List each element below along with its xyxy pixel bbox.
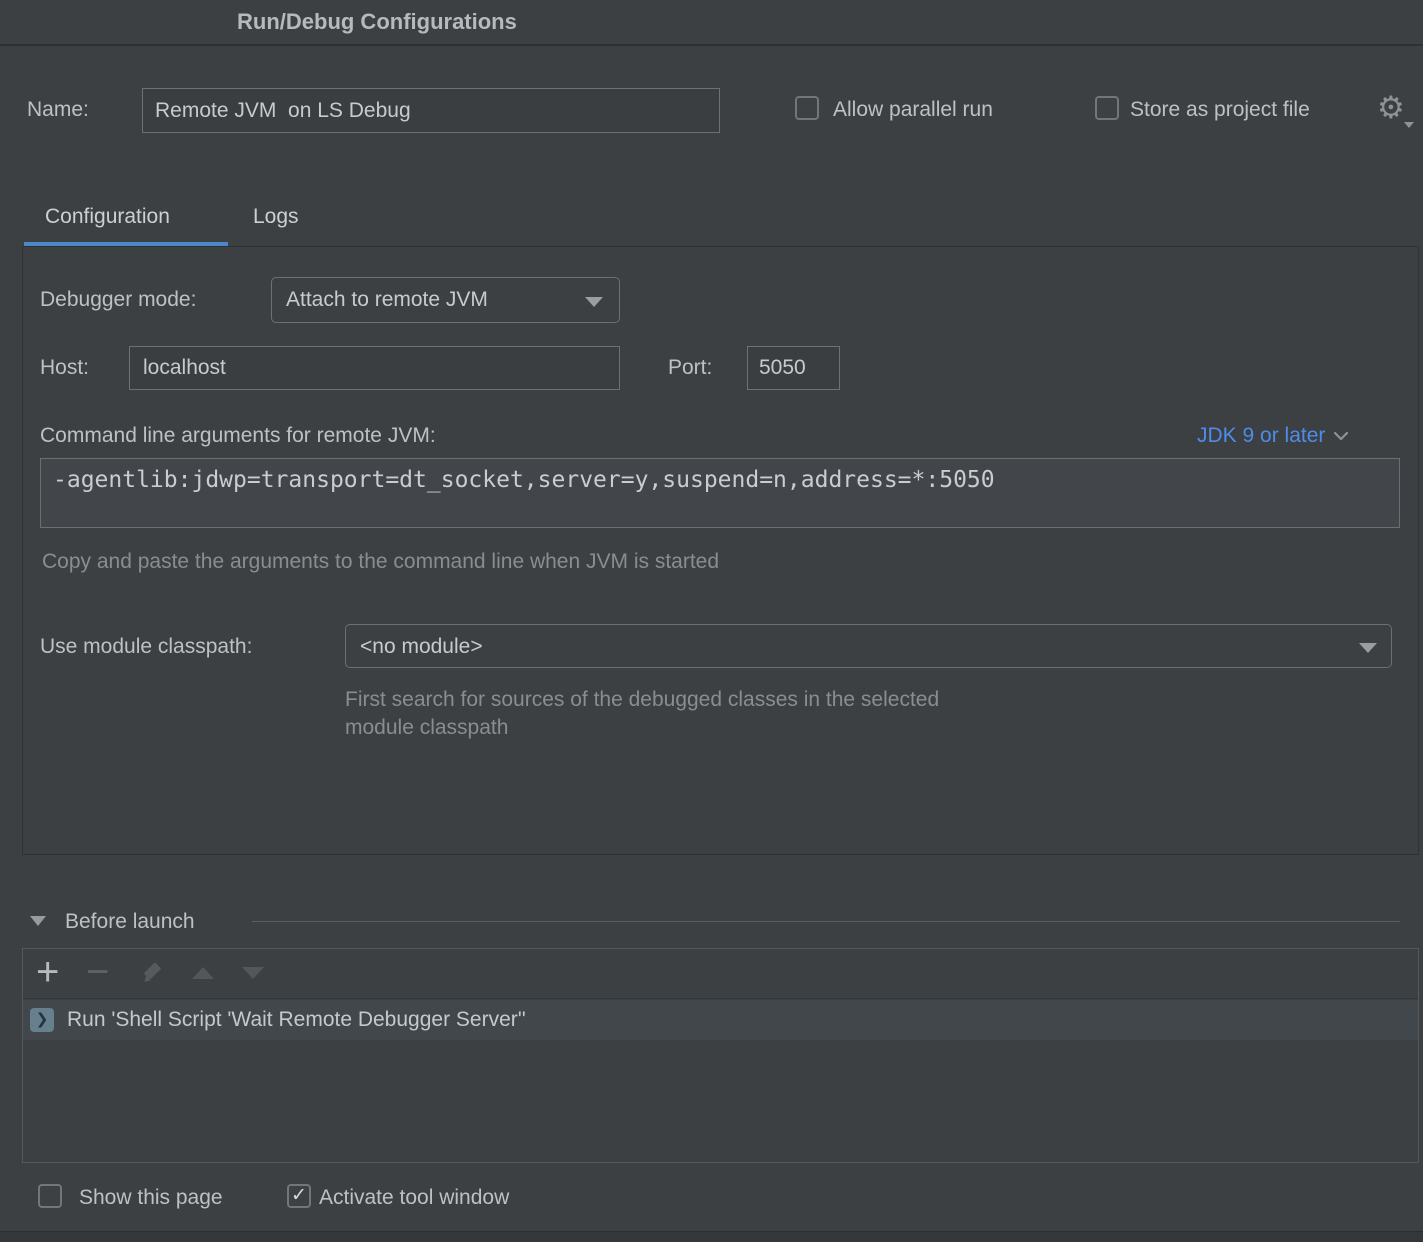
chevron-down-icon <box>585 297 603 307</box>
store-as-project-file-checkbox[interactable] <box>1095 96 1119 120</box>
allow-parallel-run-checkbox[interactable] <box>795 96 819 120</box>
before-launch-list-panel <box>22 948 1419 1163</box>
before-launch-separator <box>252 921 1400 922</box>
dialog-title: Run/Debug Configurations <box>237 0 517 44</box>
cmdline-hint-text: Copy and paste the arguments to the comm… <box>42 548 719 576</box>
move-up-button[interactable] <box>192 967 214 979</box>
remove-task-button[interactable]: − <box>86 948 109 996</box>
module-classpath-hint-line1: First search for sources of the debugged… <box>345 686 939 714</box>
move-down-button[interactable] <box>242 967 264 979</box>
debugger-mode-select[interactable]: Attach to remote JVM <box>271 277 620 323</box>
before-launch-task-row[interactable]: ❯ Run 'Shell Script 'Wait Remote Debugge… <box>23 1000 1418 1040</box>
chevron-down-icon <box>1334 431 1348 441</box>
jdk-version-selector[interactable]: JDK 9 or later <box>1197 423 1348 449</box>
port-input-value: 5050 <box>759 347 806 389</box>
before-launch-expander-icon[interactable] <box>30 916 46 926</box>
pencil-icon <box>144 962 162 982</box>
host-label: Host: <box>40 355 89 381</box>
tab-logs[interactable]: Logs <box>253 202 299 232</box>
gear-icon[interactable]: ⚙ <box>1377 92 1405 123</box>
shell-script-run-icon: ❯ <box>30 1008 54 1032</box>
name-input-value: Remote JVM on LS Debug <box>155 89 411 132</box>
run-debug-configurations-dialog: Run/Debug Configurations Name: Remote JV… <box>0 0 1423 1242</box>
module-classpath-hint-line2: module classpath <box>345 714 508 742</box>
show-this-page-checkbox[interactable] <box>38 1184 62 1208</box>
show-this-page-label: Show this page <box>79 1185 223 1211</box>
gear-dropdown-caret-icon <box>1404 122 1414 128</box>
name-label: Name: <box>27 97 89 123</box>
checkbox-checkmark-icon: ✓ <box>289 1186 309 1206</box>
add-task-button[interactable]: + <box>36 948 59 996</box>
activate-tool-window-label: Activate tool window <box>319 1185 509 1211</box>
store-as-project-file-label: Store as project file <box>1130 97 1310 123</box>
toolbar-separator <box>23 998 1418 999</box>
title-bar: Run/Debug Configurations <box>0 0 1423 46</box>
run-chevron-glyph: ❯ <box>36 1011 49 1028</box>
port-label: Port: <box>668 355 712 381</box>
chevron-down-icon <box>1359 643 1377 653</box>
before-launch-title: Before launch <box>65 909 195 935</box>
port-input[interactable]: 5050 <box>747 346 840 390</box>
host-input[interactable]: localhost <box>129 346 620 390</box>
cmdline-arguments-textarea[interactable]: -agentlib:jdwp=transport=dt_socket,serve… <box>40 458 1400 528</box>
edit-task-button[interactable] <box>140 958 168 986</box>
module-classpath-value: <no module> <box>360 625 483 669</box>
task-label: Run 'Shell Script 'Wait Remote Debugger … <box>67 1007 526 1033</box>
allow-parallel-run-label: Allow parallel run <box>833 97 993 123</box>
dialog-bottom-edge <box>0 1231 1423 1242</box>
use-module-classpath-label: Use module classpath: <box>40 634 252 660</box>
host-input-value: localhost <box>143 347 226 389</box>
cmdline-arguments-value: -agentlib:jdwp=transport=dt_socket,serve… <box>53 467 995 493</box>
debugger-mode-label: Debugger mode: <box>40 287 196 313</box>
cmdline-arguments-label: Command line arguments for remote JVM: <box>40 423 436 449</box>
module-classpath-combobox[interactable]: <no module> <box>345 624 1392 668</box>
tab-configuration[interactable]: Configuration <box>45 202 170 232</box>
activate-tool-window-checkbox[interactable]: ✓ <box>287 1184 311 1208</box>
debugger-mode-value: Attach to remote JVM <box>286 278 488 322</box>
jdk-version-value: JDK 9 or later <box>1197 423 1325 449</box>
name-input[interactable]: Remote JVM on LS Debug <box>142 88 720 133</box>
